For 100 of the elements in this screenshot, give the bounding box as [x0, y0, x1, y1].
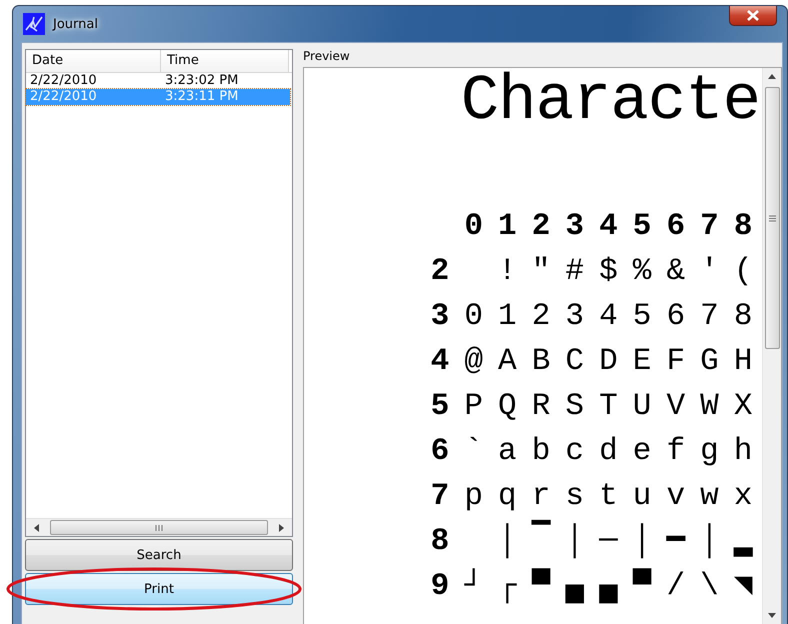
- preview-heading: Characte: [460, 70, 760, 134]
- close-icon: [746, 10, 760, 21]
- date-cell-text: 2/22/2010: [29, 73, 98, 89]
- character-glyph: R: [532, 388, 550, 424]
- column-index: 2: [530, 210, 552, 244]
- character-glyph: %: [632, 254, 652, 288]
- character-glyph: U: [632, 388, 652, 424]
- character-glyph: q: [498, 478, 517, 514]
- row-index: 9: [430, 570, 450, 604]
- row-index: 5: [430, 390, 450, 424]
- character-glyph: ': [700, 254, 719, 288]
- character-glyph: 6: [666, 298, 686, 334]
- scroll-thumb[interactable]: [50, 520, 268, 535]
- character-glyph: │: [632, 524, 652, 558]
- column-index: 1: [497, 210, 518, 244]
- close-button[interactable]: [729, 6, 777, 26]
- character-glyph: G: [700, 344, 719, 378]
- row-index: 6: [430, 434, 450, 468]
- column-index: 4: [598, 210, 619, 244]
- character-glyph: 2: [532, 298, 550, 334]
- character-glyph: g: [700, 434, 719, 468]
- row-index: 2: [430, 254, 450, 288]
- character-glyph: │: [498, 524, 517, 558]
- character-glyph: │: [565, 524, 584, 558]
- character-glyph: c: [565, 434, 584, 468]
- column-index: 7: [699, 210, 720, 244]
- row-index: 4: [430, 344, 450, 378]
- action-button[interactable]: Search: [25, 539, 293, 571]
- character-glyph: d: [599, 434, 618, 468]
- scroll-up-icon: [768, 74, 776, 79]
- character-glyph: ▄: [599, 568, 618, 604]
- character-glyph: p: [464, 478, 483, 514]
- character-glyph: │: [700, 524, 719, 558]
- character-glyph: @: [464, 344, 483, 378]
- character-glyph: 0: [464, 298, 483, 334]
- character-glyph: ┘: [464, 568, 483, 604]
- horizontal-scrollbar[interactable]: [26, 518, 292, 536]
- character-glyph: b: [532, 434, 550, 468]
- character-glyph: S: [565, 388, 584, 424]
- character-glyph: Q: [498, 388, 517, 424]
- grip-icon: [155, 524, 163, 530]
- character-glyph: a: [498, 434, 517, 468]
- scroll-thumb[interactable]: [764, 87, 780, 349]
- character-glyph: 1: [498, 298, 517, 334]
- window-title: Journal: [53, 16, 98, 32]
- character-glyph: s: [565, 478, 584, 514]
- character-glyph: ─: [599, 524, 618, 558]
- scroll-left-icon: [34, 524, 40, 532]
- character-glyph: /: [666, 568, 686, 604]
- character-glyph: e: [632, 434, 652, 468]
- character-glyph: A: [498, 344, 517, 378]
- character-glyph: C: [565, 344, 584, 378]
- character-glyph: H: [734, 344, 752, 378]
- character-glyph: ━: [666, 524, 686, 558]
- column-index: 5: [632, 210, 652, 244]
- character-glyph: 4: [599, 298, 618, 334]
- character-glyph: ◥: [734, 568, 752, 604]
- character-glyph: W: [700, 388, 719, 424]
- character-glyph: T: [599, 388, 618, 424]
- row-index: 3: [430, 300, 450, 334]
- character-glyph: `: [464, 434, 483, 468]
- date-cell-text: 2/22/2010: [29, 89, 98, 105]
- character-glyph: \: [700, 568, 719, 604]
- character-glyph: $: [599, 254, 618, 288]
- character-glyph: ┌: [498, 568, 517, 604]
- character-glyph: ▀: [532, 568, 550, 604]
- character-glyph: E: [632, 344, 652, 378]
- character-glyph: B: [532, 344, 550, 378]
- character-glyph: x: [734, 478, 752, 514]
- row-index: 7: [430, 480, 450, 514]
- character-glyph: ": [532, 254, 550, 288]
- grip-icon: [768, 214, 776, 222]
- time-cell-text: 3:23:11 PM: [164, 89, 238, 105]
- time-cell-text: 3:23:02 PM: [164, 73, 238, 89]
- character-glyph: 7: [700, 298, 719, 334]
- vertical-scrollbar[interactable]: [762, 68, 781, 624]
- character-glyph: h: [734, 434, 752, 468]
- column-index: 8: [732, 210, 754, 244]
- journal-row[interactable]: 2/22/2010 3:23:02 PM: [26, 73, 290, 89]
- character-glyph: t: [599, 478, 618, 514]
- column-index: 6: [665, 210, 686, 244]
- app-icon: [23, 13, 45, 35]
- character-glyph: (: [734, 254, 752, 288]
- scroll-right-icon: [278, 524, 284, 532]
- character-glyph: D: [599, 344, 618, 378]
- scroll-down-icon: [768, 613, 776, 618]
- row-index: 8: [430, 524, 450, 558]
- character-glyph: 3: [565, 298, 584, 334]
- column-index: 3: [564, 210, 586, 244]
- column-index: 0: [463, 210, 484, 244]
- column-header[interactable]: Time: [161, 50, 289, 72]
- character-glyph: u: [632, 478, 652, 514]
- character-glyph: &: [666, 254, 686, 288]
- character-glyph: P: [464, 388, 483, 424]
- character-glyph: 8: [734, 298, 752, 334]
- character-glyph: ▂: [734, 524, 752, 558]
- character-glyph: F: [666, 344, 686, 378]
- character-glyph: !: [498, 254, 517, 288]
- action-button[interactable]: Print: [25, 573, 293, 605]
- column-header[interactable]: Date: [26, 50, 161, 72]
